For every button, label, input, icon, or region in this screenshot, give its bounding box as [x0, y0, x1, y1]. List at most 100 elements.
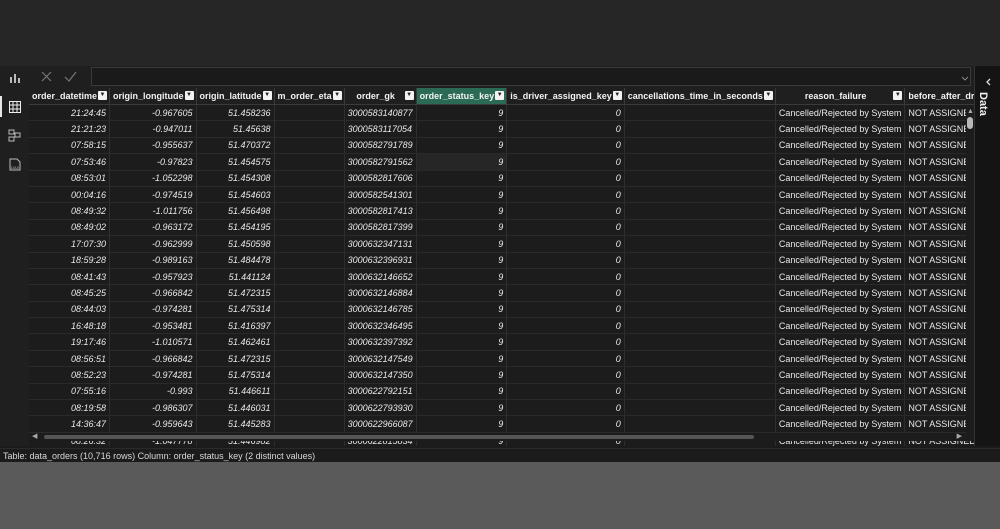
cell-is-driver-assigned-key[interactable]: 0 [506, 301, 625, 319]
cell-order-status-key[interactable]: 9 [416, 317, 508, 335]
cell-reason-failure[interactable]: Cancelled/Rejected by System [775, 366, 906, 384]
cell-order-status-key[interactable]: 9 [416, 252, 508, 269]
table-row[interactable]: 08:44:03 -0.974281 51.475314 3000632146785 9… [29, 301, 974, 319]
cell-order-gk[interactable]: 3000632146884 [344, 284, 417, 302]
cell-is-driver-assigned-key[interactable]: 0 [506, 284, 625, 302]
cell-origin-longitude[interactable]: -1.010571 [109, 333, 197, 351]
cell-is-driver-assigned-key[interactable]: 0 [506, 333, 625, 351]
cell-before-after-driver-assignment[interactable]: NOT ASSIGNED [904, 120, 974, 138]
cell-origin-longitude[interactable]: -0.966842 [109, 350, 197, 368]
cell-order-datetime[interactable]: 08:56:51 [29, 350, 111, 368]
cell-is-driver-assigned-key[interactable]: 0 [506, 317, 625, 335]
cell-origin-latitude[interactable]: 51.416397 [196, 317, 275, 335]
cell-before-after-driver-assignment[interactable]: NOT ASSIGNED [904, 186, 974, 204]
table-row[interactable]: 19:17:46 -1.010571 51.462461 3000632397392 9… [29, 333, 974, 351]
cell-order-datetime[interactable]: 08:52:23 [29, 366, 111, 384]
data-pane-label[interactable]: Data [977, 92, 989, 116]
cell-origin-latitude[interactable]: 51.446031 [196, 399, 275, 417]
filter-dropdown-icon[interactable]: ▼ [612, 91, 622, 100]
cell-origin-latitude[interactable]: 51.484478 [196, 252, 275, 269]
cell-order-datetime[interactable]: 07:53:46 [29, 153, 111, 171]
cell-origin-longitude[interactable]: -1.011756 [109, 202, 197, 220]
cell-cancellations-time-in-seconds[interactable] [624, 284, 776, 302]
cell-order-status-key[interactable]: 9 [416, 235, 508, 253]
column-header-m-order-eta[interactable]: m_order_eta ▼ [274, 88, 345, 105]
cell-order-datetime[interactable]: 08:53:01 [29, 170, 111, 187]
cell-cancellations-time-in-seconds[interactable] [624, 252, 776, 269]
table-row[interactable]: 07:55:16 -0.993 51.446611 3000622792151 9 0 Ca… [29, 383, 974, 401]
cell-reason-failure[interactable]: Cancelled/Rejected by System [775, 252, 906, 269]
table-row[interactable]: 07:53:46 -0.97823 51.454575 3000582791562 9 0… [29, 153, 974, 171]
cell-order-status-key[interactable]: 9 [416, 301, 508, 319]
cell-origin-latitude[interactable]: 51.458236 [196, 104, 275, 122]
scroll-up-icon[interactable]: ▲ [967, 108, 974, 116]
cell-order-datetime[interactable]: 07:58:15 [29, 137, 111, 155]
scroll-right-icon[interactable]: ▶ [957, 433, 962, 441]
cell-order-datetime[interactable]: 21:21:23 [29, 120, 111, 138]
cell-order-datetime[interactable]: 08:49:02 [29, 219, 111, 237]
cell-origin-latitude[interactable]: 51.454195 [196, 219, 275, 237]
cell-reason-failure[interactable]: Cancelled/Rejected by System [775, 383, 906, 401]
cell-m-order-eta[interactable] [274, 333, 345, 351]
cell-before-after-driver-assignment[interactable]: NOT ASSIGNED [904, 104, 974, 122]
filter-dropdown-icon[interactable]: ▼ [332, 91, 342, 100]
cell-order-gk[interactable]: 3000583140877 [344, 104, 417, 122]
cell-cancellations-time-in-seconds[interactable] [624, 170, 776, 187]
cell-cancellations-time-in-seconds[interactable] [624, 219, 776, 237]
cell-order-status-key[interactable]: 9 [416, 284, 508, 302]
cell-before-after-driver-assignment[interactable]: NOT ASSIGNED [904, 170, 974, 187]
cell-order-status-key[interactable]: 9 [416, 120, 508, 138]
table-row[interactable]: 08:19:58 -0.986307 51.446031 3000622793930 9… [29, 399, 974, 417]
cell-origin-latitude[interactable]: 51.445283 [196, 415, 275, 433]
cell-order-status-key[interactable]: 9 [416, 137, 508, 155]
report-view-icon[interactable] [7, 70, 22, 85]
cell-reason-failure[interactable]: Cancelled/Rejected by System [775, 333, 906, 351]
filter-dropdown-icon[interactable]: ▼ [262, 91, 272, 100]
cell-m-order-eta[interactable] [274, 153, 345, 171]
cell-is-driver-assigned-key[interactable]: 0 [506, 252, 625, 269]
cell-before-after-driver-assignment[interactable]: NOT ASSIGNED [904, 202, 974, 220]
cell-order-gk[interactable]: 3000622792151 [344, 383, 417, 401]
cell-reason-failure[interactable]: Cancelled/Rejected by System [775, 235, 906, 253]
cell-before-after-driver-assignment[interactable]: NOT ASSIGNED [904, 399, 974, 417]
cell-is-driver-assigned-key[interactable]: 0 [506, 104, 625, 122]
cell-order-datetime[interactable]: 08:19:58 [29, 399, 111, 417]
table-row[interactable]: 08:52:23 -0.974281 51.475314 3000632147350 9… [29, 366, 974, 384]
cell-order-status-key[interactable]: 9 [416, 366, 508, 384]
cell-order-status-key[interactable]: 9 [416, 268, 508, 286]
column-header-reason-failure[interactable]: reason_failure ▼ [775, 88, 906, 105]
cell-order-gk[interactable]: 3000632146652 [344, 268, 417, 286]
cell-m-order-eta[interactable] [274, 366, 345, 384]
cell-order-status-key[interactable]: 9 [416, 186, 508, 204]
cell-m-order-eta[interactable] [274, 284, 345, 302]
cell-reason-failure[interactable]: Cancelled/Rejected by System [775, 399, 906, 417]
cell-origin-latitude[interactable]: 51.470372 [196, 137, 275, 155]
cell-order-gk[interactable]: 3000632347131 [344, 235, 417, 253]
cell-order-datetime[interactable]: 00:04:16 [29, 186, 111, 204]
cell-before-after-driver-assignment[interactable]: NOT ASSIGNED [904, 350, 974, 368]
cell-m-order-eta[interactable] [274, 301, 345, 319]
cell-before-after-driver-assignment[interactable]: NOT ASSIGNED [904, 252, 974, 269]
cell-m-order-eta[interactable] [274, 104, 345, 122]
cell-order-gk[interactable]: 3000582817399 [344, 219, 417, 237]
cell-is-driver-assigned-key[interactable]: 0 [506, 383, 625, 401]
filter-dropdown-icon[interactable]: ▼ [98, 91, 108, 100]
check-icon[interactable] [63, 69, 78, 84]
cell-order-gk[interactable]: 3000582791789 [344, 137, 417, 155]
cell-origin-latitude[interactable]: 51.462461 [196, 333, 275, 351]
table-row[interactable]: 08:56:51 -0.966842 51.472315 3000632147549 9… [29, 350, 974, 368]
table-row[interactable]: 14:36:47 -0.959643 51.445283 3000622966087 9… [29, 415, 974, 433]
cell-m-order-eta[interactable] [274, 170, 345, 187]
cell-order-status-key[interactable]: 9 [416, 399, 508, 417]
cell-origin-longitude[interactable]: -1.052298 [109, 170, 197, 187]
cell-order-datetime[interactable]: 17:07:30 [29, 235, 111, 253]
cell-reason-failure[interactable]: Cancelled/Rejected by System [775, 137, 906, 155]
cell-order-gk[interactable]: 3000632396931 [344, 252, 417, 269]
cell-is-driver-assigned-key[interactable]: 0 [506, 366, 625, 384]
cell-cancellations-time-in-seconds[interactable] [624, 235, 776, 253]
cell-cancellations-time-in-seconds[interactable] [624, 399, 776, 417]
filter-dropdown-icon[interactable]: ▼ [184, 91, 194, 100]
cell-m-order-eta[interactable] [274, 137, 345, 155]
cell-origin-longitude[interactable]: -0.947011 [109, 120, 197, 138]
cell-m-order-eta[interactable] [274, 219, 345, 237]
